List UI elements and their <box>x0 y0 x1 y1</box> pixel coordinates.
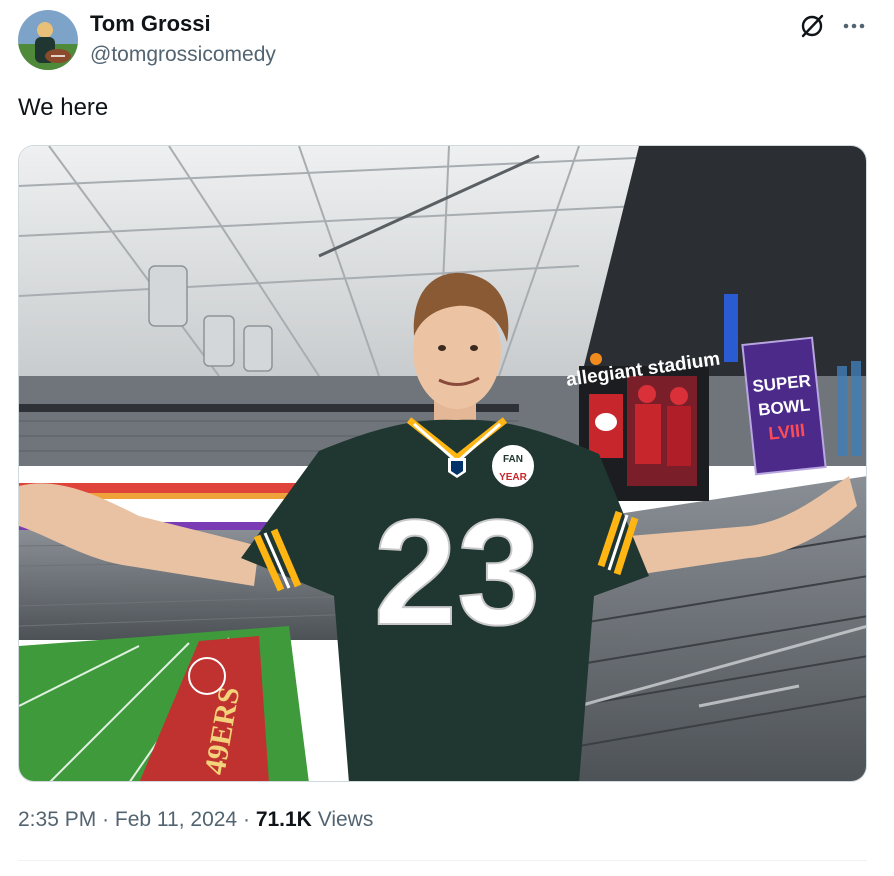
jersey-number: 23 <box>374 488 541 656</box>
more-icon[interactable] <box>840 12 868 40</box>
grok-icon[interactable] <box>798 12 826 40</box>
tweet: Tom Grossi @tomgrossicomedy We here 49ER… <box>0 0 894 876</box>
tweet-time[interactable]: 2:35 PM <box>18 808 96 831</box>
tweet-photo[interactable]: 49ERS allegiant stadium SUPER BOWL LVIII… <box>18 145 867 782</box>
patch-line2: YEAR <box>499 472 528 483</box>
tweet-date[interactable]: Feb 11, 2024 <box>115 808 237 831</box>
author-name[interactable]: Tom Grossi <box>90 11 211 37</box>
views-label: Views <box>317 808 374 831</box>
author-handle[interactable]: @tomgrossicomedy <box>90 43 276 67</box>
meta-separator: · <box>102 808 110 831</box>
patch-line1: FAN <box>503 454 523 465</box>
views-count[interactable]: 71.1K <box>256 808 312 831</box>
tweet-meta: 2:35 PM · Feb 11, 2024 · 71.1K Views <box>18 808 373 832</box>
super-bowl-line3: LVIII <box>767 420 806 444</box>
avatar[interactable] <box>18 10 78 70</box>
divider <box>18 860 867 861</box>
tweet-text: We here <box>18 94 109 121</box>
meta-separator: · <box>242 808 250 831</box>
